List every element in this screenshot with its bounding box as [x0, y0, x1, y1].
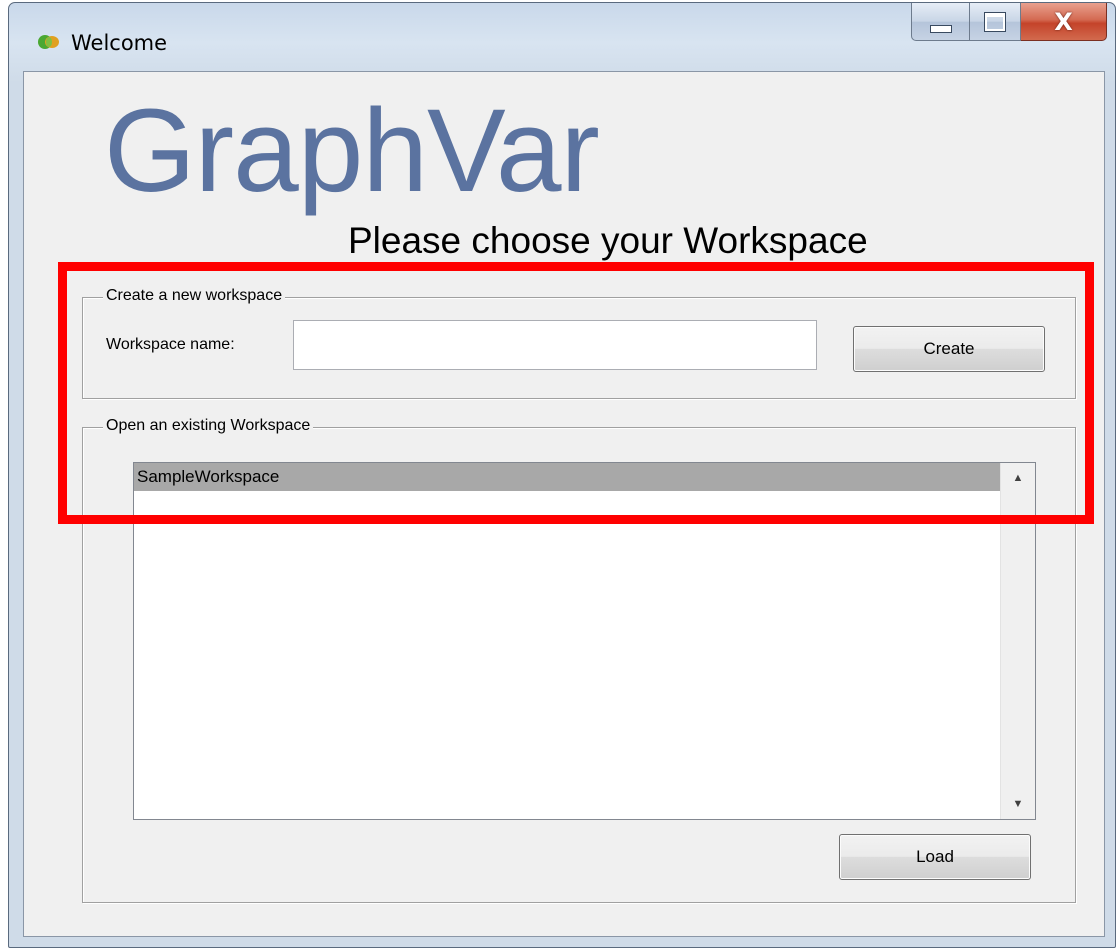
title-bar[interactable]: Welcome X — [9, 3, 1115, 73]
minimize-icon — [929, 24, 952, 33]
window-controls: X — [911, 3, 1107, 43]
page-subtitle: Please choose your Workspace — [348, 220, 868, 261]
maximize-icon — [984, 11, 1006, 32]
create-workspace-group: Create a new workspace Workspace name: C… — [82, 287, 1076, 399]
graphvar-app-icon — [38, 35, 59, 49]
close-button[interactable]: X — [1021, 3, 1107, 41]
create-workspace-legend: Create a new workspace — [103, 287, 286, 305]
workspace-list: SampleWorkspace — [134, 463, 1001, 491]
scroll-down-icon[interactable]: ▼ — [1001, 789, 1035, 819]
listbox-scrollbar[interactable]: ▲ ▼ — [1000, 463, 1035, 819]
window-title: Welcome — [71, 31, 168, 55]
workspace-listbox[interactable]: SampleWorkspace ▲ ▼ — [133, 462, 1036, 820]
list-item[interactable]: SampleWorkspace — [134, 463, 1001, 491]
workspace-name-label: Workspace name: — [106, 336, 235, 353]
scroll-up-icon[interactable]: ▲ — [1001, 463, 1035, 493]
welcome-window: Welcome X GraphVar Please choose your Wo… — [8, 2, 1116, 948]
minimize-button[interactable] — [911, 3, 969, 41]
dialog-client-area: GraphVar Please choose your Workspace Cr… — [23, 71, 1105, 937]
workspace-name-input[interactable] — [293, 320, 817, 370]
open-workspace-legend: Open an existing Workspace — [103, 417, 314, 435]
close-icon: X — [1054, 7, 1073, 36]
open-workspace-group: Open an existing Workspace SampleWorkspa… — [82, 417, 1076, 903]
load-button[interactable]: Load — [839, 834, 1031, 880]
create-button[interactable]: Create — [853, 326, 1045, 372]
maximize-button[interactable] — [969, 3, 1021, 41]
app-logo-title: GraphVar — [104, 85, 600, 217]
